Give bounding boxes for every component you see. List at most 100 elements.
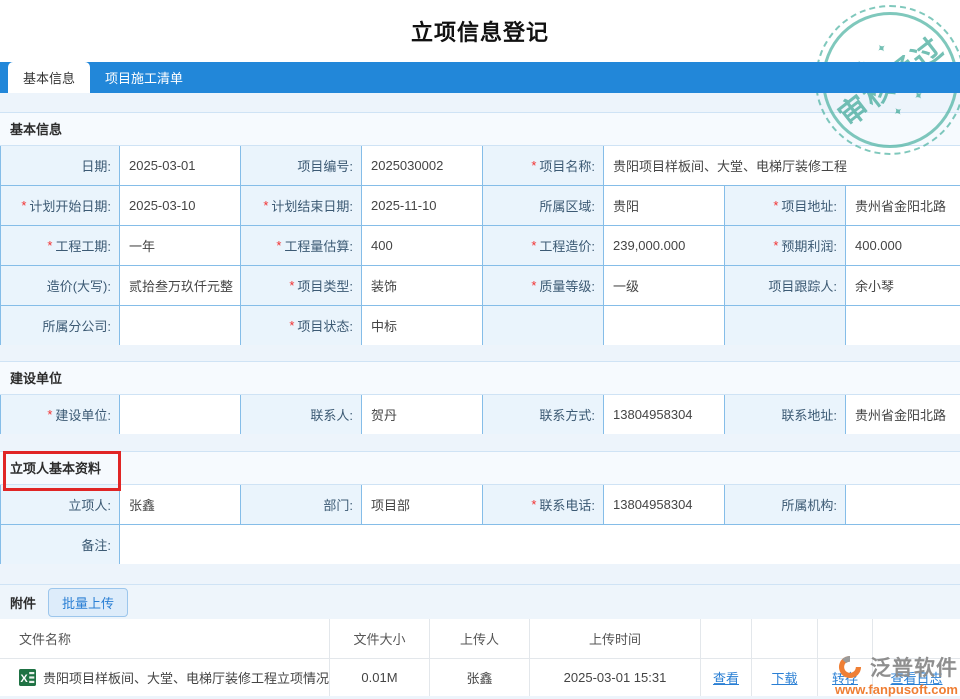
title-bar: 立项信息登记 <box>0 0 960 62</box>
field-label: 所属区域: <box>483 186 603 225</box>
field-value: 贰拾叁万玖仟元整 <box>120 266 240 305</box>
field-value: 13804958304 <box>604 485 724 524</box>
spacer <box>0 345 960 361</box>
required-marker: * <box>276 238 281 253</box>
attachments-column-header: 上传时间 <box>530 619 701 659</box>
field-value: 贵阳项目样板间、大堂、电梯厅装修工程 <box>604 146 960 185</box>
field-value: 2025-03-10 <box>120 186 240 225</box>
required-marker: * <box>531 238 536 253</box>
form-content: 基本信息 日期:2025-03-01项目编号:2025030002*项目名称:贵… <box>0 93 960 699</box>
attachment-uploader: 张鑫 <box>430 659 530 696</box>
tab-construction-list[interactable]: 项目施工清单 <box>90 62 198 93</box>
attachment-action-cell: 下载 <box>752 659 818 696</box>
field-value: 贵阳 <box>604 186 724 225</box>
field-value: 贵州省金阳北路 <box>846 186 960 225</box>
required-marker: * <box>773 238 778 253</box>
section-construction-unit-header: 建设单位 <box>0 361 960 395</box>
attachments-column-header: 文件大小 <box>330 619 430 659</box>
download-link[interactable]: 下载 <box>771 668 797 687</box>
field-value: 中标 <box>362 306 482 345</box>
field-label: *工程工期: <box>1 226 119 265</box>
field-label: *计划开始日期: <box>1 186 119 225</box>
field-label: *项目状态: <box>241 306 361 345</box>
field-label: 联系地址: <box>725 395 845 434</box>
required-marker: * <box>773 198 778 213</box>
excel-file-icon: X <box>19 669 36 686</box>
section-basic-info-header: 基本信息 <box>0 112 960 146</box>
field-value <box>846 485 960 524</box>
field-value <box>846 306 960 345</box>
attachments-column-header <box>752 619 818 659</box>
field-value: 一级 <box>604 266 724 305</box>
field-label: 立项人: <box>1 485 119 524</box>
page-title: 立项信息登记 <box>411 15 549 47</box>
attachments-column-header <box>701 619 752 659</box>
attachments-table: 文件名称文件大小上传人上传时间X贵阳项目样板间、大堂、电梯厅装修工程立项情况.0… <box>0 619 960 696</box>
field-label: 部门: <box>241 485 361 524</box>
view-log-link[interactable]: 查看日志 <box>890 668 942 687</box>
spacer <box>0 434 960 451</box>
field-value: 2025-11-10 <box>362 186 482 225</box>
field-label <box>483 306 603 345</box>
field-value <box>120 525 960 564</box>
transfer-link[interactable]: 转存 <box>832 668 858 687</box>
attachment-file-name: X贵阳项目样板间、大堂、电梯厅装修工程立项情况. <box>0 659 330 696</box>
attachment-action-cell: 转存 <box>818 659 873 696</box>
field-label: 联系方式: <box>483 395 603 434</box>
spacer <box>0 564 960 584</box>
attachments-column-header <box>818 619 873 659</box>
required-marker: * <box>47 407 52 422</box>
field-value: 13804958304 <box>604 395 724 434</box>
field-value: 400 <box>362 226 482 265</box>
field-value <box>604 306 724 345</box>
tab-bar: 基本信息 项目施工清单 <box>0 62 960 93</box>
tab-basic-info[interactable]: 基本信息 <box>8 62 90 93</box>
view-link[interactable]: 查看 <box>713 668 739 687</box>
field-value: 余小琴 <box>846 266 960 305</box>
field-value: 贺丹 <box>362 395 482 434</box>
field-label: 日期: <box>1 146 119 185</box>
required-marker: * <box>531 278 536 293</box>
required-marker: * <box>263 198 268 213</box>
required-marker: * <box>289 278 294 293</box>
field-value: 239,000.000 <box>604 226 724 265</box>
required-marker: * <box>531 158 536 173</box>
required-marker: * <box>289 318 294 333</box>
applicant-grid: 立项人:张鑫部门:项目部*联系电话:13804958304所属机构:备注: <box>0 485 960 564</box>
field-value: 贵州省金阳北路 <box>846 395 960 434</box>
attachments-column-header: 上传人 <box>430 619 530 659</box>
required-marker: * <box>531 497 536 512</box>
svg-text:X: X <box>20 673 28 685</box>
field-label: 所属机构: <box>725 485 845 524</box>
attachment-upload-time: 2025-03-01 15:31 <box>530 659 701 696</box>
field-label: *工程造价: <box>483 226 603 265</box>
section-applicant-header: 立项人基本资料 <box>0 451 960 485</box>
field-label: 所属分公司: <box>1 306 119 345</box>
batch-upload-button[interactable]: 批量上传 <box>48 588 128 617</box>
field-value: 400.000 <box>846 226 960 265</box>
field-label: *工程量估算: <box>241 226 361 265</box>
field-label: 联系人: <box>241 395 361 434</box>
field-value <box>120 395 240 434</box>
attachment-action-cell: 查看 <box>701 659 752 696</box>
field-value: 2025-03-01 <box>120 146 240 185</box>
field-label: *建设单位: <box>1 395 119 434</box>
field-label: *联系电话: <box>483 485 603 524</box>
field-label <box>725 306 845 345</box>
attachments-column-header: 文件名称 <box>0 619 330 659</box>
attachments-column-header <box>873 619 960 659</box>
required-marker: * <box>47 238 52 253</box>
field-label: *质量等级: <box>483 266 603 305</box>
field-value: 张鑫 <box>120 485 240 524</box>
attachments-band: 附件 批量上传 <box>0 584 960 619</box>
field-value <box>120 306 240 345</box>
field-label: *预期利润: <box>725 226 845 265</box>
field-label: 造价(大写): <box>1 266 119 305</box>
field-label: *计划结束日期: <box>241 186 361 225</box>
field-value: 一年 <box>120 226 240 265</box>
construction-unit-grid: *建设单位: 联系人:贺丹联系方式:13804958304联系地址:贵州省金阳北路 <box>0 395 960 434</box>
field-label: *项目类型: <box>241 266 361 305</box>
field-value: 装饰 <box>362 266 482 305</box>
field-value: 项目部 <box>362 485 482 524</box>
attachment-action-cell: 查看日志 <box>873 659 960 696</box>
